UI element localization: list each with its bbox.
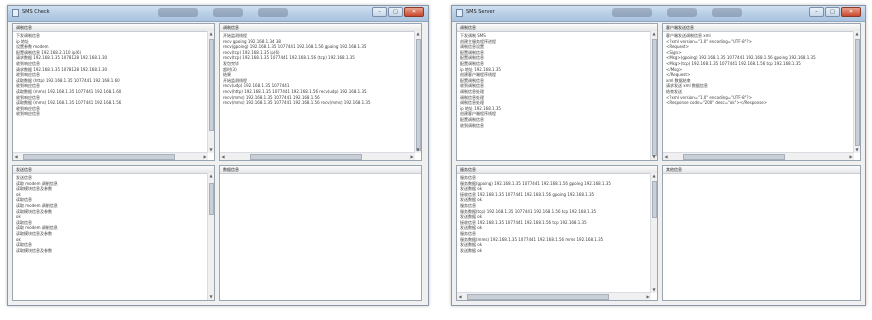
scroll-down-icon[interactable]: ▼ <box>854 147 860 153</box>
pane-label: 调制信息 <box>220 24 421 32</box>
vertical-scrollbar[interactable]: ▲ ▼ <box>853 31 860 153</box>
log-list: 客户端发送调制信息 xml <?xml version="1.0" encodin… <box>663 32 860 106</box>
close-button[interactable]: ✕ <box>404 7 424 17</box>
scroll-up-icon[interactable]: ▲ <box>415 31 421 37</box>
pane-label: 其他信息 <box>663 166 860 174</box>
scroll-thumb[interactable] <box>250 154 362 160</box>
vertical-scrollbar[interactable]: ▲ ▼ <box>650 173 657 293</box>
pane-top-left: 调制信息 下发调制信息 ip 地址 设置参数 modem 配置调制信息 192.168… <box>12 23 215 161</box>
maximize-button[interactable]: □ <box>388 7 403 17</box>
scroll-left-icon[interactable]: ◀ <box>457 293 463 300</box>
pane-bottom-right: 数据信息 <box>219 165 422 301</box>
window-title: SMS Server <box>466 9 495 15</box>
scroll-up-icon[interactable]: ▲ <box>208 31 214 37</box>
app-icon <box>12 9 19 17</box>
background-window-icon <box>158 8 198 17</box>
log-line: 收到调制信息 <box>460 122 484 128</box>
vertical-scrollbar[interactable]: ▲ ▼ <box>650 31 657 160</box>
scroll-right-icon[interactable]: ▶ <box>848 153 854 160</box>
scroll-right-icon[interactable]: ▶ <box>202 153 208 160</box>
scroll-right-icon[interactable]: ▶ <box>645 293 651 300</box>
scroll-up-icon[interactable]: ▲ <box>651 173 657 179</box>
scroll-down-icon[interactable]: ▼ <box>415 147 421 153</box>
background-window-icon <box>712 8 742 17</box>
scroll-up-icon[interactable]: ▲ <box>651 31 657 37</box>
title-bar[interactable]: SMS Server – □ ✕ <box>452 6 865 22</box>
scroll-right-icon[interactable]: ▶ <box>409 153 415 160</box>
horizontal-scrollbar[interactable]: ◀ ▶ <box>13 152 208 160</box>
pane-bottom-left: 服务信息 服务信息 服务数据(gpoing) 192.168.1.35 10774… <box>456 165 658 301</box>
scroll-down-icon[interactable]: ▼ <box>208 294 214 300</box>
pane-top-left: 调制信息 下发调制 SMS 创建主服务程序进程 调制信息设置 配置调制信息 配置调制信息… <box>456 23 658 161</box>
scroll-thumb[interactable] <box>467 294 609 300</box>
pane-label: 调制信息 <box>457 24 657 32</box>
pane-label: 调制信息 <box>13 24 214 32</box>
scroll-thumb[interactable] <box>209 183 214 215</box>
background-window-icon <box>258 8 288 17</box>
pane-bottom-right: 其他信息 <box>662 165 861 301</box>
scroll-left-icon[interactable]: ◀ <box>220 153 226 160</box>
background-window-icon <box>612 8 652 17</box>
scroll-down-icon[interactable]: ▼ <box>208 147 214 153</box>
scroll-thumb[interactable] <box>652 39 657 156</box>
log-line: recv(mms) 192.168.1.35 1077441 192.168.1… <box>223 100 371 106</box>
app-icon <box>456 9 463 17</box>
scroll-thumb[interactable] <box>683 154 785 160</box>
log-list: 服务信息 服务数据(gpoing) 192.168.1.35 1077441 19… <box>457 174 657 253</box>
scroll-up-icon[interactable]: ▲ <box>854 31 860 37</box>
pane-label: 客户端发送信息 <box>663 24 860 32</box>
pane-bottom-left: 发送信息 发送信息 读取 modem 调制信息 读取模块信息及参数 ok 读取信息 读取 … <box>12 165 215 301</box>
vertical-scrollbar[interactable]: ▲ ▼ <box>207 31 214 153</box>
log-list: 发送信息 读取 modem 调制信息 读取模块信息及参数 ok 读取信息 读取 modem… <box>13 174 214 253</box>
pane-label: 发送信息 <box>13 166 214 174</box>
scroll-down-icon[interactable]: ▼ <box>651 287 657 293</box>
scroll-thumb[interactable] <box>855 39 860 146</box>
log-list: 下发调制 SMS 创建主服务程序进程 调制信息设置 配置调制信息 配置调制信息 配置调制信… <box>457 32 657 128</box>
sms-check-window: SMS Check – □ ✕ 调制信息 下发调制信息 ip 地址 设置参数 mod… <box>7 5 429 306</box>
scroll-left-icon[interactable]: ◀ <box>13 153 19 160</box>
vertical-scrollbar[interactable]: ▲ ▼ <box>414 31 421 153</box>
pane-label: 服务信息 <box>457 166 657 174</box>
minimize-button[interactable]: – <box>809 7 824 17</box>
log-line: <Response code="200" desc="ok"></Respons… <box>666 100 768 106</box>
pane-top-right: 调制信息 开始监测线程 recv gpoing 192.168.1.34 38 re… <box>219 23 422 161</box>
background-window-icon <box>667 8 697 17</box>
scroll-left-icon[interactable]: ◀ <box>663 153 669 160</box>
horizontal-scrollbar[interactable]: ◀ ▶ <box>220 152 415 160</box>
title-bar[interactable]: SMS Check – □ ✕ <box>8 6 428 22</box>
horizontal-scrollbar[interactable]: ◀ ▶ <box>457 292 651 300</box>
pane-label: 数据信息 <box>220 166 421 174</box>
scroll-thumb[interactable] <box>416 39 421 151</box>
close-button[interactable]: ✕ <box>841 7 861 17</box>
scroll-up-icon[interactable]: ▲ <box>208 173 214 179</box>
log-line: 读取模块信息及参数 <box>16 247 52 253</box>
vertical-scrollbar[interactable]: ▲ ▼ <box>207 173 214 300</box>
log-list <box>663 174 860 175</box>
log-line: 发送数据 ok <box>460 247 483 253</box>
sms-server-window: SMS Server – □ ✕ 调制信息 下发调制 SMS 创建主服务程序进程调… <box>451 5 866 306</box>
log-line: 收到响应信息 <box>16 111 40 117</box>
horizontal-scrollbar[interactable]: ◀ ▶ <box>663 152 854 160</box>
pane-top-right: 客户端发送信息 客户端发送调制信息 xml <?xml version="1.0"… <box>662 23 861 161</box>
log-list: 开始监测线程 recv gpoing 192.168.1.34 38 recv(gp… <box>220 32 421 106</box>
background-window-icon <box>213 8 243 17</box>
scroll-down-icon[interactable]: ▼ <box>651 154 657 160</box>
scroll-thumb[interactable] <box>209 39 214 131</box>
log-list: 下发调制信息 ip 地址 设置参数 modem 配置调制信息 192.168.2.11… <box>13 32 214 117</box>
minimize-button[interactable]: – <box>372 7 387 17</box>
maximize-button[interactable]: □ <box>825 7 840 17</box>
log-list <box>220 174 421 175</box>
scroll-thumb[interactable] <box>652 181 657 218</box>
scroll-thumb[interactable] <box>23 154 175 160</box>
window-title: SMS Check <box>22 9 50 15</box>
